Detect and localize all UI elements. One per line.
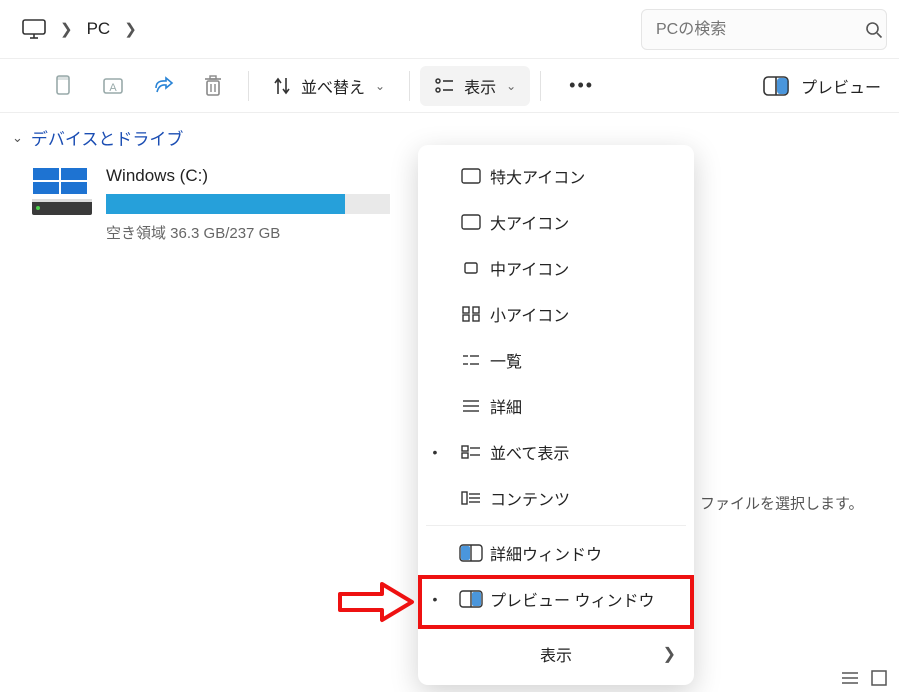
menu-item-label: コンテンツ xyxy=(490,486,694,510)
menu-separator xyxy=(426,525,686,526)
cut-button[interactable] xyxy=(38,66,88,106)
view-menu-item[interactable]: 中アイコン xyxy=(418,245,694,291)
menu-item-label: 大アイコン xyxy=(490,210,694,234)
view-menu: 特大アイコン大アイコン中アイコン小アイコン一覧詳細 • 並べて表示コンテンツ詳細ウィ… xyxy=(418,145,694,685)
view-menu-item[interactable]: 小アイコン xyxy=(418,291,694,337)
grid4-icon xyxy=(452,305,490,323)
drive-name: Windows (C:) xyxy=(106,166,390,186)
delete-button[interactable] xyxy=(188,66,238,106)
view-menu-item[interactable]: 一覧 xyxy=(418,337,694,383)
drive-info: Windows (C:) 空き領域 36.3 GB/237 GB xyxy=(106,166,410,243)
view-button[interactable]: 表示 ⌄ xyxy=(420,66,530,106)
section-header-devices[interactable]: ⌄ デバイスとドライブ xyxy=(0,125,410,150)
toolbar-left-group: A xyxy=(0,66,238,106)
share-button[interactable] xyxy=(138,66,188,106)
rect-icon xyxy=(452,167,490,185)
menu-item-label: 並べて表示 xyxy=(490,440,694,464)
capacity-bar xyxy=(106,194,390,214)
more-button[interactable]: ••• xyxy=(551,66,612,106)
section-label: デバイスとドライブ xyxy=(31,125,184,150)
capacity-bar-fill xyxy=(106,194,345,214)
view-menu-item[interactable]: コンテンツ xyxy=(418,475,694,521)
chevron-down-icon: ⌄ xyxy=(12,130,23,146)
drive-item[interactable]: Windows (C:) 空き領域 36.3 GB/237 GB xyxy=(0,150,410,243)
menu-item-label: 特大アイコン xyxy=(490,164,694,188)
view-menu-item[interactable]: 詳細 xyxy=(418,383,694,429)
chevron-right-icon: ❯ xyxy=(60,20,73,38)
view-label: 表示 xyxy=(464,74,496,98)
ellipsis-icon: ••• xyxy=(569,75,594,96)
monitor-icon xyxy=(22,19,46,39)
sort-label: 並べ替え xyxy=(301,74,365,98)
details-pane-icon xyxy=(452,544,490,562)
address-bar: ❯ PC ❯ xyxy=(0,0,899,58)
list2-icon xyxy=(452,352,490,368)
drive-icon xyxy=(30,166,94,218)
bullet-icon: • xyxy=(418,444,452,460)
view-menu-item[interactable]: 特大アイコン xyxy=(418,153,694,199)
menu-footer-label: 表示 xyxy=(540,642,572,666)
rename-button[interactable]: A xyxy=(88,66,138,106)
preview-pane-icon xyxy=(763,76,789,96)
statusbar-view-icons xyxy=(841,670,887,686)
menu-item-label: 中アイコン xyxy=(490,256,694,280)
bullet-icon: • xyxy=(418,591,452,607)
view-icon xyxy=(434,77,454,95)
view-menu-item[interactable]: • 並べて表示 xyxy=(418,429,694,475)
svg-text:A: A xyxy=(109,82,117,94)
toolbar: A 並べ替え ⌄ 表示 ⌄ ••• プレビュー xyxy=(0,58,899,113)
chevron-right-icon: ❯ xyxy=(124,20,137,38)
rect-sm-icon xyxy=(452,259,490,277)
breadcrumb-location[interactable]: PC xyxy=(87,19,111,39)
preview-pane-icon xyxy=(452,590,490,608)
toolbar-separator xyxy=(409,71,410,101)
drive-free-text: 空き領域 36.3 GB/237 GB xyxy=(106,222,390,243)
search-input[interactable] xyxy=(654,20,865,40)
breadcrumb[interactable]: ❯ PC ❯ xyxy=(0,19,137,39)
rect-icon xyxy=(452,213,490,231)
chevron-down-icon: ⌄ xyxy=(375,79,385,93)
menu-item-label: 小アイコン xyxy=(490,302,694,326)
sort-icon xyxy=(273,76,291,96)
content-icon xyxy=(452,490,490,506)
chevron-down-icon: ⌄ xyxy=(506,79,516,93)
preview-toggle-button[interactable]: プレビュー xyxy=(763,74,881,98)
search-icon[interactable] xyxy=(865,21,883,39)
preview-hint: ファイルを選択します。 xyxy=(700,493,864,514)
menu-item-label: プレビュー ウィンドウ xyxy=(490,587,694,611)
tiles-icon xyxy=(452,444,490,460)
left-pane: ⌄ デバイスとドライブ Windows (C:) xyxy=(0,113,410,692)
menu-separator xyxy=(426,626,686,627)
menu-item-label: 詳細 xyxy=(490,394,694,418)
preview-label: プレビュー xyxy=(801,74,881,98)
search-box[interactable] xyxy=(641,9,887,50)
toolbar-separator xyxy=(540,71,541,101)
chevron-right-icon: ❯ xyxy=(663,644,676,664)
toolbar-separator xyxy=(248,71,249,101)
view-menu-item[interactable]: 詳細ウィンドウ xyxy=(418,530,694,576)
sort-button[interactable]: 並べ替え ⌄ xyxy=(259,66,399,106)
large-icons-view-icon[interactable] xyxy=(871,670,887,686)
view-menu-footer[interactable]: 表示 ❯ xyxy=(418,631,694,677)
menu-item-label: 一覧 xyxy=(490,348,694,372)
view-menu-item[interactable]: • プレビュー ウィンドウ xyxy=(418,576,694,622)
view-menu-item[interactable]: 大アイコン xyxy=(418,199,694,245)
menu-item-label: 詳細ウィンドウ xyxy=(490,541,694,565)
details-view-icon[interactable] xyxy=(841,670,859,686)
list3-icon xyxy=(452,398,490,414)
